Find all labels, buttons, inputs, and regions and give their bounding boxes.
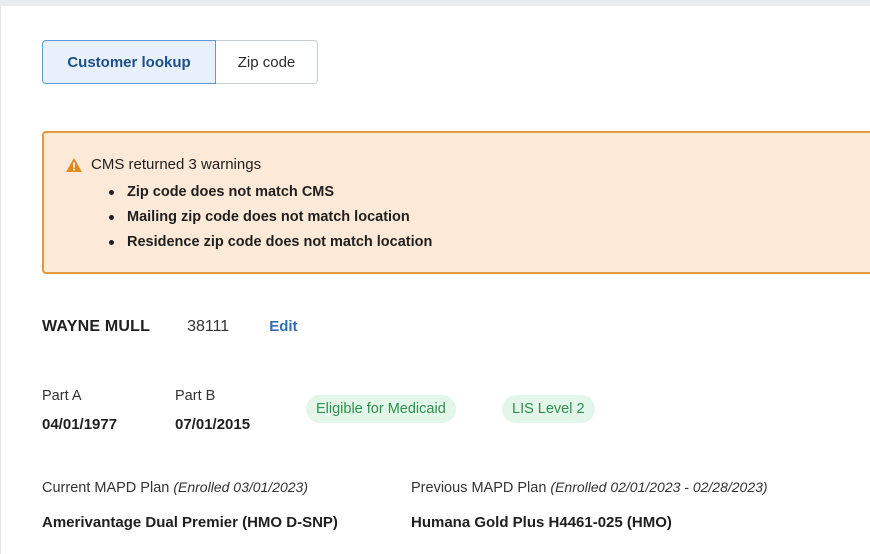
customer-name: WAYNE MULL	[42, 318, 151, 335]
warning-list: Zip code does not match CMS Mailing zip …	[107, 182, 432, 257]
current-plan-enrolled: (Enrolled 03/01/2023)	[173, 479, 309, 495]
previous-plan: Previous MAPD Plan (Enrolled 02/01/2023 …	[411, 479, 768, 531]
part-a-label: Part A	[42, 388, 82, 404]
current-plan-title: Current MAPD Plan	[42, 480, 170, 496]
edit-customer-link[interactable]: Edit	[269, 318, 297, 335]
zip-code-button[interactable]: Zip code	[216, 40, 318, 84]
warning-item: Zip code does not match CMS	[107, 182, 432, 207]
part-b-label: Part B	[175, 388, 216, 404]
part-a-date: 04/01/1977	[42, 416, 118, 433]
lookup-mode-toggle: Customer lookup Zip code	[42, 40, 318, 84]
previous-plan-name: Humana Gold Plus H4461-025 (HMO)	[411, 514, 672, 531]
previous-plan-enrolled: (Enrolled 02/01/2023 - 02/28/2023)	[550, 479, 768, 495]
current-plan: Current MAPD Plan (Enrolled 03/01/2023) …	[42, 479, 338, 531]
current-plan-label: Current MAPD Plan (Enrolled 03/01/2023)	[42, 479, 338, 496]
customer-panel: Customer lookup Zip code CMS returned 3 …	[0, 0, 870, 554]
warning-item: Mailing zip code does not match location	[107, 207, 432, 232]
part-a-info: Part A 04/01/1977	[42, 388, 117, 433]
customer-summary: WAYNE MULL 38111 Edit	[42, 318, 298, 336]
cms-warning-alert: CMS returned 3 warnings Zip code does no…	[42, 131, 870, 274]
warning-header: CMS returned 3 warnings	[65, 156, 261, 173]
previous-plan-label: Previous MAPD Plan (Enrolled 02/01/2023 …	[411, 479, 768, 496]
current-plan-name: Amerivantage Dual Premier (HMO D-SNP)	[42, 514, 338, 531]
warning-triangle-icon	[65, 157, 83, 173]
part-b-date: 07/01/2015	[175, 416, 251, 433]
previous-plan-title: Previous MAPD Plan	[411, 480, 547, 496]
customer-lookup-button[interactable]: Customer lookup	[42, 40, 216, 84]
warning-item: Residence zip code does not match locati…	[107, 232, 432, 257]
customer-zip: 38111	[187, 318, 230, 335]
lis-level-badge: LIS Level 2	[502, 395, 595, 423]
medicaid-eligibility-badge: Eligible for Medicaid	[306, 395, 456, 423]
part-b-info: Part B 07/01/2015	[175, 388, 250, 433]
warning-title: CMS returned 3 warnings	[91, 156, 262, 173]
